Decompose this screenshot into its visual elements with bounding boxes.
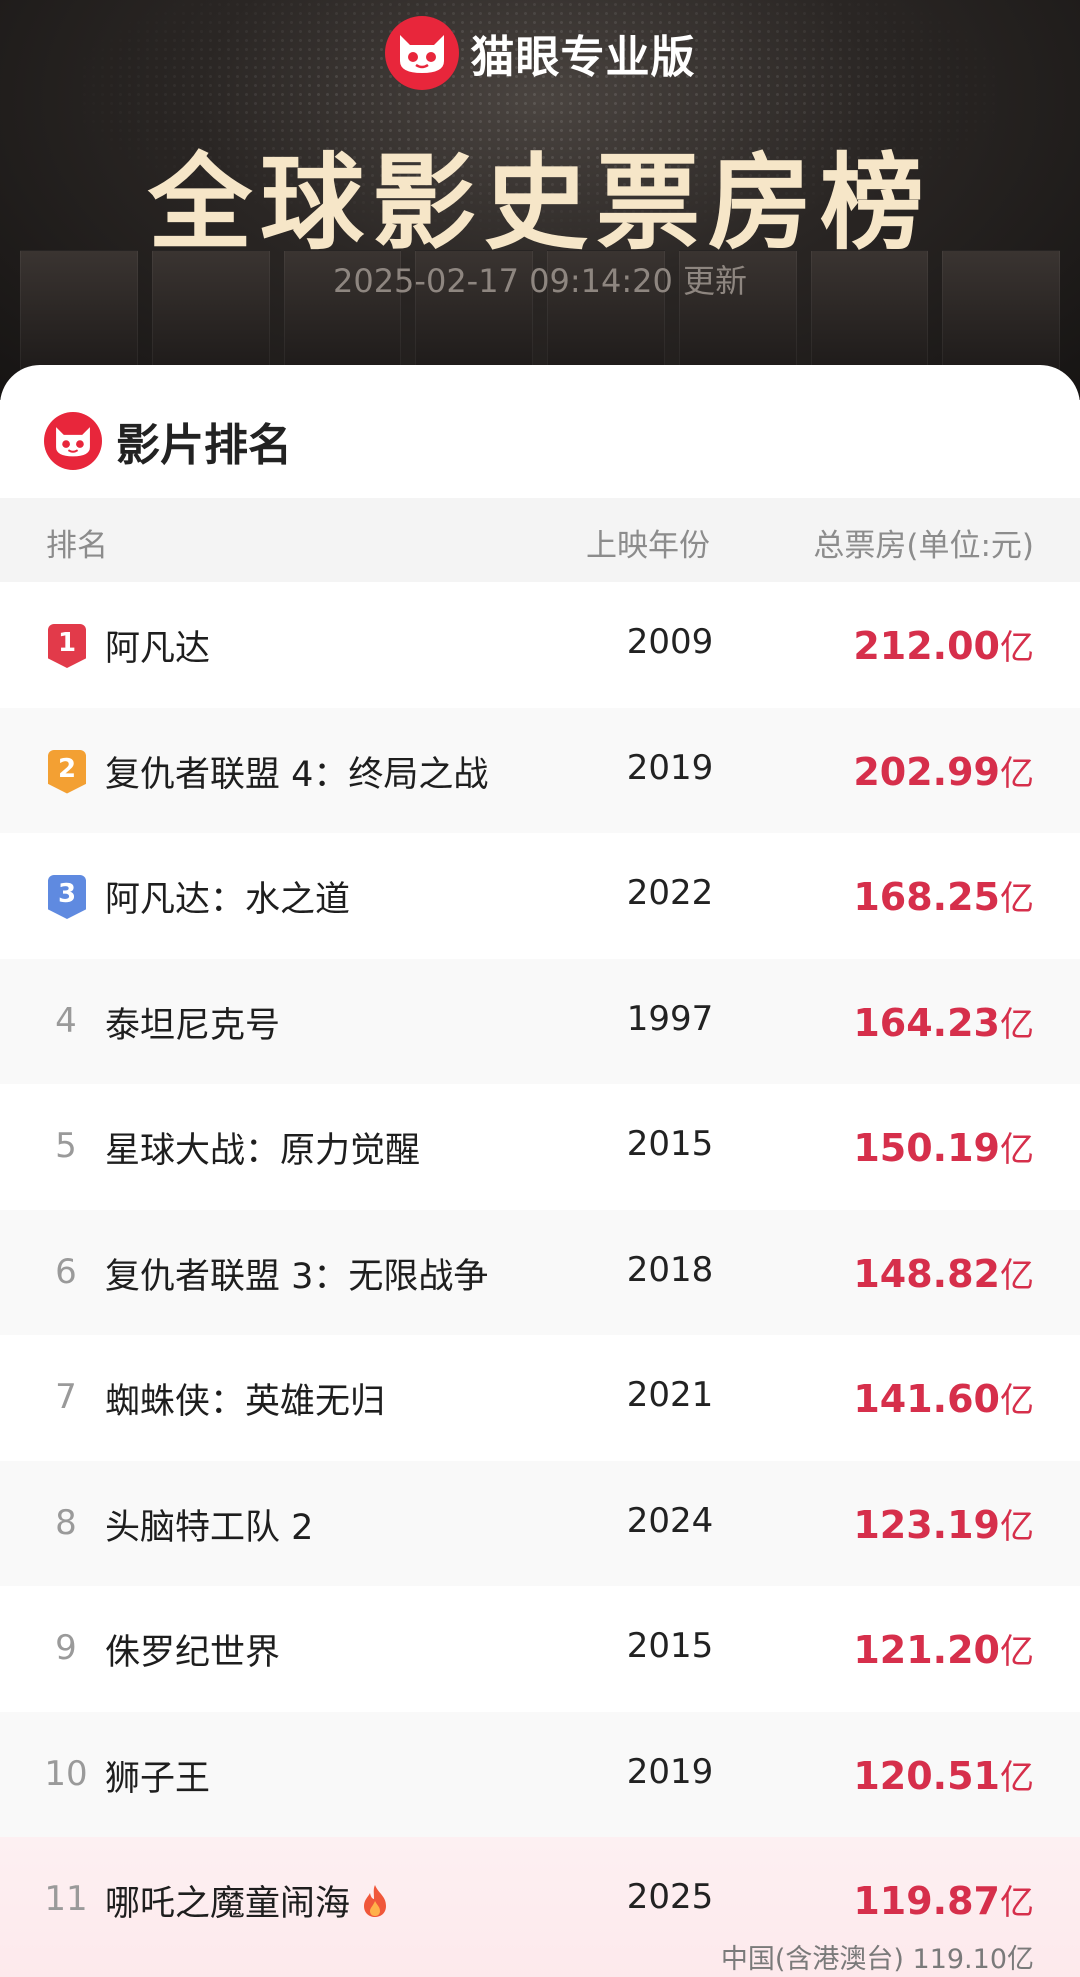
rank-number: 6 xyxy=(55,1251,77,1292)
table-row[interactable]: 6 复仇者联盟 3：无限战争 2018 148.82亿 xyxy=(0,1209,1080,1335)
table-row-highlighted[interactable]: 11 哪吒之魔童闹海 2025 119.87亿 中国(含港澳台) 119.10亿 xyxy=(0,1837,1080,1977)
brand-name: 猫眼专业版 xyxy=(470,32,696,83)
table-row[interactable]: 1 阿凡达 2009 212.00亿 xyxy=(0,582,1080,708)
rank-number: 9 xyxy=(55,1628,77,1668)
box-office: 141.60亿 xyxy=(853,1377,1034,1421)
table-row[interactable]: 4 泰坦尼克号 1997 164.23亿 xyxy=(0,958,1080,1084)
table-row[interactable]: 5 星球大战：原力觉醒 2015 150.19亿 xyxy=(0,1084,1080,1210)
section-header: 影片排名 xyxy=(44,409,292,473)
release-year: 2015 xyxy=(626,1124,714,1164)
release-year: 2024 xyxy=(626,1500,714,1541)
movie-title: 狮子王 xyxy=(105,1758,211,1799)
table-header: 排名 上映年份 总票房(单位:元) xyxy=(0,498,1080,582)
box-office: 168.25亿 xyxy=(853,875,1034,919)
table-row[interactable]: 2 复仇者联盟 4：终局之战 2019 202.99亿 xyxy=(0,707,1080,833)
release-year: 2019 xyxy=(626,1751,714,1792)
box-office: 123.19亿 xyxy=(853,1502,1034,1547)
rank-number: 5 xyxy=(55,1126,77,1166)
rank-badge-gold: 1 xyxy=(48,624,86,668)
maoyan-cat-icon xyxy=(384,16,459,90)
release-year: 2025 xyxy=(626,1877,714,1917)
table-row[interactable]: 8 头脑特工队 2 2024 123.19亿 xyxy=(0,1460,1080,1586)
brand: 猫眼专业版 xyxy=(0,16,1080,90)
movie-title: 星球大战：原力觉醒 xyxy=(105,1131,421,1171)
movie-title: 哪吒之魔童闹海 xyxy=(105,1875,390,1926)
movie-title: 阿凡达 xyxy=(105,629,211,669)
rank-number: 11 xyxy=(44,1879,88,1919)
fire-icon xyxy=(360,1883,390,1919)
table-row[interactable]: 7 蜘蛛侠：英雄无归 2021 141.60亿 xyxy=(0,1335,1080,1461)
table-row[interactable]: 10 狮子王 2019 120.51亿 xyxy=(0,1711,1080,1837)
movie-title: 复仇者联盟 3：无限战争 xyxy=(105,1256,489,1297)
box-office: 120.51亿 xyxy=(853,1753,1034,1798)
release-year: 1997 xyxy=(626,998,714,1039)
box-office: 121.20亿 xyxy=(853,1628,1034,1672)
box-office: 148.82亿 xyxy=(853,1251,1034,1296)
movie-title: 头脑特工队 2 xyxy=(105,1507,314,1548)
release-year: 2019 xyxy=(626,747,714,788)
box-office: 119.87亿 xyxy=(853,1879,1034,1923)
release-year: 2018 xyxy=(626,1249,714,1290)
column-header-year: 上映年份 xyxy=(586,528,710,564)
updated-timestamp: 2025-02-17 09:14:20 更新 xyxy=(332,262,748,300)
table-row[interactable]: 3 阿凡达：水之道 2022 168.25亿 xyxy=(0,833,1080,959)
movie-title: 泰坦尼克号 xyxy=(105,1005,281,1046)
china-box-office: 中国(含港澳台) 119.10亿 xyxy=(720,1944,1034,1975)
table-row[interactable]: 9 侏罗纪世界 2015 121.20亿 xyxy=(0,1586,1080,1712)
ranking-list: 1 阿凡达 2009 212.00亿 2 复仇者联盟 4：终局之战 2019 2… xyxy=(0,582,1080,1977)
box-office: 150.19亿 xyxy=(853,1126,1034,1170)
ranking-card: 影片排名 排名 上映年份 总票房(单位:元) 1 阿凡达 2009 212.00… xyxy=(0,365,1080,1977)
release-year: 2022 xyxy=(626,873,714,913)
movie-title: 复仇者联盟 4：终局之战 xyxy=(105,754,489,795)
movie-title: 阿凡达：水之道 xyxy=(105,880,351,920)
release-year: 2009 xyxy=(626,622,714,662)
rank-number: 8 xyxy=(55,1502,77,1543)
section-title: 影片排名 xyxy=(116,420,292,471)
rank-badge-blue: 3 xyxy=(48,875,86,919)
column-header-rank: 排名 xyxy=(46,528,108,564)
release-year: 2021 xyxy=(626,1375,714,1415)
header-banner: 猫眼专业版 全球影史票房榜 2025-02-17 09:14:20 更新 xyxy=(0,0,1080,400)
box-office: 212.00亿 xyxy=(853,624,1034,668)
rank-number: 7 xyxy=(55,1377,77,1417)
movie-title: 侏罗纪世界 xyxy=(105,1633,281,1673)
box-office: 164.23亿 xyxy=(853,1000,1034,1045)
rank-number: 10 xyxy=(44,1753,88,1794)
release-year: 2015 xyxy=(626,1626,714,1666)
rank-badge-orange: 2 xyxy=(48,749,86,794)
maoyan-cat-icon xyxy=(44,412,102,470)
column-header-gross: 总票房(单位:元) xyxy=(813,528,1034,564)
page-title: 全球影史票房榜 xyxy=(147,142,932,264)
box-office: 202.99亿 xyxy=(853,749,1034,794)
rank-number: 4 xyxy=(55,1000,77,1041)
movie-title: 蜘蛛侠：英雄无归 xyxy=(105,1382,386,1422)
